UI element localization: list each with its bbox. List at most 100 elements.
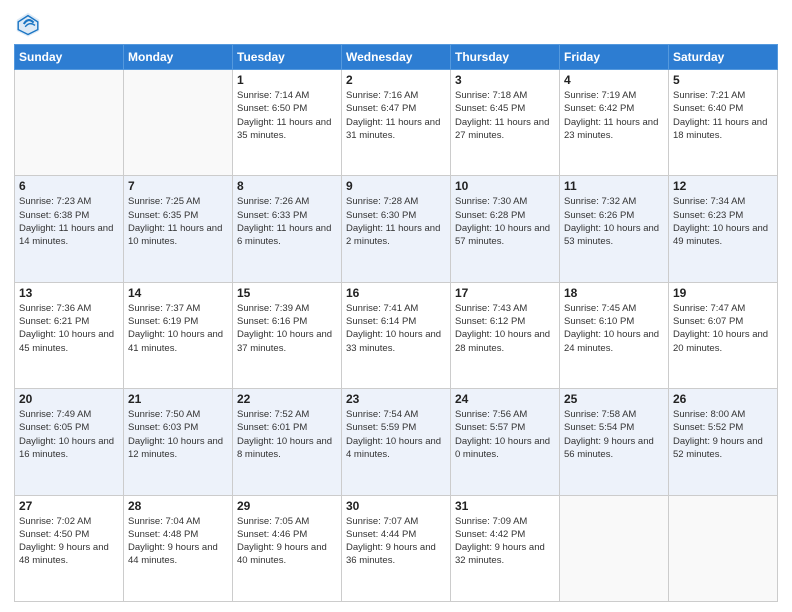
day-cell-6: 6 Sunrise: 7:23 AM Sunset: 6:38 PM Daylig…	[15, 176, 124, 282]
day-number: 8	[237, 179, 337, 193]
empty-cell	[124, 70, 233, 176]
day-cell-21: 21 Sunrise: 7:50 AM Sunset: 6:03 PM Dayli…	[124, 389, 233, 495]
day-cell-12: 12 Sunrise: 7:34 AM Sunset: 6:23 PM Dayli…	[669, 176, 778, 282]
day-info: Sunrise: 7:28 AM Sunset: 6:30 PM Dayligh…	[346, 195, 446, 248]
weekday-sunday: Sunday	[15, 45, 124, 70]
calendar-row-4: 20 Sunrise: 7:49 AM Sunset: 6:05 PM Dayli…	[15, 389, 778, 495]
day-info: Sunrise: 7:30 AM Sunset: 6:28 PM Dayligh…	[455, 195, 555, 248]
day-number: 24	[455, 392, 555, 406]
day-number: 20	[19, 392, 119, 406]
header	[14, 10, 778, 38]
day-number: 10	[455, 179, 555, 193]
day-cell-13: 13Sunrise: 7:36 AM Sunset: 6:21 PM Dayli…	[15, 282, 124, 388]
day-cell-29: 29Sunrise: 7:05 AM Sunset: 4:46 PM Dayli…	[233, 495, 342, 601]
day-cell-11: 11 Sunrise: 7:32 AM Sunset: 6:26 PM Dayli…	[560, 176, 669, 282]
day-number: 2	[346, 73, 446, 87]
day-cell-25: 25 Sunrise: 7:58 AM Sunset: 5:54 PM Dayli…	[560, 389, 669, 495]
day-number: 3	[455, 73, 555, 87]
day-number: 27	[19, 499, 119, 513]
day-number: 29	[237, 499, 337, 513]
day-number: 18	[564, 286, 664, 300]
weekday-header-row: SundayMondayTuesdayWednesdayThursdayFrid…	[15, 45, 778, 70]
day-number: 22	[237, 392, 337, 406]
day-cell-31: 31Sunrise: 7:09 AM Sunset: 4:42 PM Dayli…	[451, 495, 560, 601]
day-cell-22: 22 Sunrise: 7:52 AM Sunset: 6:01 PM Dayli…	[233, 389, 342, 495]
empty-cell	[560, 495, 669, 601]
day-info: Sunrise: 7:25 AM Sunset: 6:35 PM Dayligh…	[128, 195, 228, 248]
weekday-saturday: Saturday	[669, 45, 778, 70]
day-info: Sunrise: 7:37 AM Sunset: 6:19 PM Dayligh…	[128, 302, 228, 355]
day-cell-4: 4 Sunrise: 7:19 AM Sunset: 6:42 PM Daylig…	[560, 70, 669, 176]
calendar-row-5: 27 Sunrise: 7:02 AM Sunset: 4:50 PM Dayli…	[15, 495, 778, 601]
day-cell-19: 19Sunrise: 7:47 AM Sunset: 6:07 PM Dayli…	[669, 282, 778, 388]
day-number: 28	[128, 499, 228, 513]
day-info: Sunrise: 7:34 AM Sunset: 6:23 PM Dayligh…	[673, 195, 773, 248]
day-info: Sunrise: 7:21 AM Sunset: 6:40 PM Dayligh…	[673, 89, 773, 142]
day-cell-17: 17Sunrise: 7:43 AM Sunset: 6:12 PM Dayli…	[451, 282, 560, 388]
day-number: 23	[346, 392, 446, 406]
day-info: Sunrise: 7:02 AM Sunset: 4:50 PM Dayligh…	[19, 515, 119, 568]
day-cell-26: 26 Sunrise: 8:00 AM Sunset: 5:52 PM Dayli…	[669, 389, 778, 495]
day-cell-28: 28 Sunrise: 7:04 AM Sunset: 4:48 PM Dayli…	[124, 495, 233, 601]
page: SundayMondayTuesdayWednesdayThursdayFrid…	[0, 0, 792, 612]
day-info: Sunrise: 7:18 AM Sunset: 6:45 PM Dayligh…	[455, 89, 555, 142]
day-cell-3: 3 Sunrise: 7:18 AM Sunset: 6:45 PM Daylig…	[451, 70, 560, 176]
day-info: Sunrise: 7:47 AM Sunset: 6:07 PM Dayligh…	[673, 302, 773, 355]
day-number: 11	[564, 179, 664, 193]
day-cell-24: 24 Sunrise: 7:56 AM Sunset: 5:57 PM Dayli…	[451, 389, 560, 495]
day-cell-1: 1 Sunrise: 7:14 AM Sunset: 6:50 PM Daylig…	[233, 70, 342, 176]
calendar-row-3: 13Sunrise: 7:36 AM Sunset: 6:21 PM Dayli…	[15, 282, 778, 388]
empty-cell	[669, 495, 778, 601]
day-number: 26	[673, 392, 773, 406]
day-info: Sunrise: 7:52 AM Sunset: 6:01 PM Dayligh…	[237, 408, 337, 461]
day-info: Sunrise: 7:32 AM Sunset: 6:26 PM Dayligh…	[564, 195, 664, 248]
day-info: Sunrise: 8:00 AM Sunset: 5:52 PM Dayligh…	[673, 408, 773, 461]
day-number: 16	[346, 286, 446, 300]
day-number: 30	[346, 499, 446, 513]
day-cell-10: 10 Sunrise: 7:30 AM Sunset: 6:28 PM Dayli…	[451, 176, 560, 282]
day-info: Sunrise: 7:56 AM Sunset: 5:57 PM Dayligh…	[455, 408, 555, 461]
day-info: Sunrise: 7:04 AM Sunset: 4:48 PM Dayligh…	[128, 515, 228, 568]
day-cell-16: 16Sunrise: 7:41 AM Sunset: 6:14 PM Dayli…	[342, 282, 451, 388]
day-info: Sunrise: 7:07 AM Sunset: 4:44 PM Dayligh…	[346, 515, 446, 568]
day-cell-27: 27 Sunrise: 7:02 AM Sunset: 4:50 PM Dayli…	[15, 495, 124, 601]
day-number: 14	[128, 286, 228, 300]
day-info: Sunrise: 7:39 AM Sunset: 6:16 PM Dayligh…	[237, 302, 337, 355]
day-number: 7	[128, 179, 228, 193]
day-number: 21	[128, 392, 228, 406]
day-info: Sunrise: 7:50 AM Sunset: 6:03 PM Dayligh…	[128, 408, 228, 461]
day-info: Sunrise: 7:23 AM Sunset: 6:38 PM Dayligh…	[19, 195, 119, 248]
day-number: 4	[564, 73, 664, 87]
day-number: 5	[673, 73, 773, 87]
day-info: Sunrise: 7:19 AM Sunset: 6:42 PM Dayligh…	[564, 89, 664, 142]
day-number: 6	[19, 179, 119, 193]
day-info: Sunrise: 7:14 AM Sunset: 6:50 PM Dayligh…	[237, 89, 337, 142]
day-cell-5: 5 Sunrise: 7:21 AM Sunset: 6:40 PM Daylig…	[669, 70, 778, 176]
weekday-wednesday: Wednesday	[342, 45, 451, 70]
day-info: Sunrise: 7:49 AM Sunset: 6:05 PM Dayligh…	[19, 408, 119, 461]
day-cell-30: 30 Sunrise: 7:07 AM Sunset: 4:44 PM Dayli…	[342, 495, 451, 601]
day-cell-15: 15Sunrise: 7:39 AM Sunset: 6:16 PM Dayli…	[233, 282, 342, 388]
day-cell-9: 9 Sunrise: 7:28 AM Sunset: 6:30 PM Daylig…	[342, 176, 451, 282]
day-number: 13	[19, 286, 119, 300]
day-cell-2: 2Sunrise: 7:16 AM Sunset: 6:47 PM Daylig…	[342, 70, 451, 176]
day-number: 25	[564, 392, 664, 406]
day-cell-7: 7 Sunrise: 7:25 AM Sunset: 6:35 PM Daylig…	[124, 176, 233, 282]
day-number: 1	[237, 73, 337, 87]
day-cell-8: 8Sunrise: 7:26 AM Sunset: 6:33 PM Daylig…	[233, 176, 342, 282]
day-cell-18: 18 Sunrise: 7:45 AM Sunset: 6:10 PM Dayli…	[560, 282, 669, 388]
weekday-monday: Monday	[124, 45, 233, 70]
logo	[14, 10, 46, 38]
day-info: Sunrise: 7:45 AM Sunset: 6:10 PM Dayligh…	[564, 302, 664, 355]
day-number: 12	[673, 179, 773, 193]
day-info: Sunrise: 7:58 AM Sunset: 5:54 PM Dayligh…	[564, 408, 664, 461]
day-info: Sunrise: 7:09 AM Sunset: 4:42 PM Dayligh…	[455, 515, 555, 568]
weekday-tuesday: Tuesday	[233, 45, 342, 70]
day-number: 9	[346, 179, 446, 193]
calendar-row-1: 1 Sunrise: 7:14 AM Sunset: 6:50 PM Daylig…	[15, 70, 778, 176]
day-cell-23: 23Sunrise: 7:54 AM Sunset: 5:59 PM Dayli…	[342, 389, 451, 495]
logo-icon	[14, 10, 42, 38]
day-cell-20: 20 Sunrise: 7:49 AM Sunset: 6:05 PM Dayli…	[15, 389, 124, 495]
day-cell-14: 14 Sunrise: 7:37 AM Sunset: 6:19 PM Dayli…	[124, 282, 233, 388]
weekday-thursday: Thursday	[451, 45, 560, 70]
